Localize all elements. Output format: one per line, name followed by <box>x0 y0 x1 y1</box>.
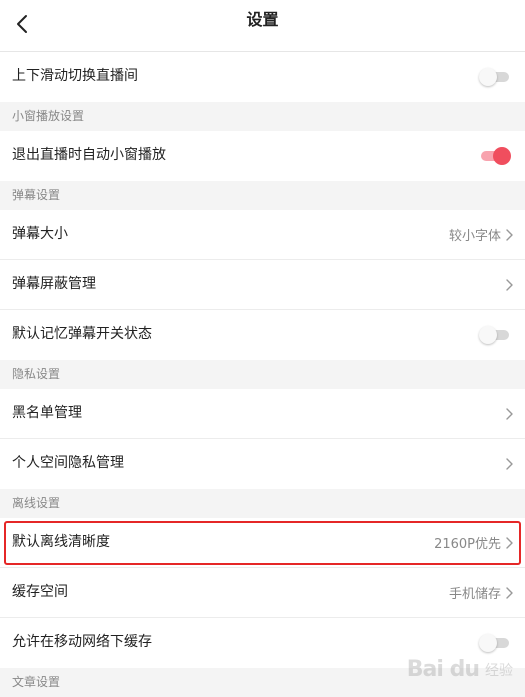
setting-control <box>479 52 513 101</box>
chevron-right-icon <box>505 586 513 599</box>
setting-control <box>479 310 513 359</box>
setting-control <box>479 618 513 667</box>
header: 设置 <box>0 0 525 52</box>
setting-value: 手机储存 <box>448 587 501 602</box>
toggle-setting-row[interactable]: 退出直播时自动小窗播放 <box>0 131 525 181</box>
setting-label: 默认离线清晰度 <box>12 534 110 550</box>
link-setting-row[interactable]: 黑名单管理 <box>0 389 525 439</box>
setting-control <box>505 260 513 309</box>
toggle-switch[interactable] <box>479 146 511 166</box>
toggle-setting-row[interactable]: 上下滑动切换直播间 <box>0 52 525 102</box>
link-setting-row[interactable]: 个人空间隐私管理 <box>0 439 525 489</box>
chevron-right-icon <box>505 407 513 420</box>
chevron-right-icon <box>505 228 513 241</box>
link-setting-row[interactable]: 弹幕大小 较小字体 <box>0 210 525 260</box>
chevron-right-icon <box>505 536 513 549</box>
toggle-switch[interactable] <box>479 67 511 87</box>
toggle-knob <box>493 146 511 165</box>
setting-label: 缓存空间 <box>12 584 68 600</box>
page-title: 设置 <box>246 10 279 29</box>
link-setting-row[interactable]: 缓存空间 手机储存 <box>0 568 525 618</box>
toggle-switch[interactable] <box>479 325 511 345</box>
section-header: 文章设置 <box>0 668 525 697</box>
link-setting-row[interactable]: 默认离线清晰度 2160P优先 <box>0 518 525 568</box>
setting-control: 2160P优先 <box>434 518 513 567</box>
toggle-setting-row[interactable]: 允许在移动网络下缓存 <box>0 618 525 668</box>
chevron-right-icon <box>505 457 513 470</box>
toggle-switch[interactable] <box>479 633 511 653</box>
setting-label: 黑名单管理 <box>12 405 82 421</box>
setting-label: 弹幕屏蔽管理 <box>12 276 96 292</box>
toggle-knob <box>479 67 497 86</box>
section-header: 隐私设置 <box>0 360 525 389</box>
setting-control <box>479 131 513 180</box>
section-header: 小窗播放设置 <box>0 102 525 131</box>
toggle-knob <box>479 633 497 652</box>
link-setting-row[interactable]: 弹幕屏蔽管理 <box>0 260 525 310</box>
setting-label: 个人空间隐私管理 <box>12 455 124 471</box>
setting-label: 上下滑动切换直播间 <box>12 68 138 84</box>
setting-label: 退出直播时自动小窗播放 <box>12 147 166 163</box>
setting-value: 2160P优先 <box>434 537 501 552</box>
toggle-setting-row[interactable]: 默认记忆弹幕开关状态 <box>0 310 525 360</box>
setting-control <box>505 389 513 438</box>
setting-label: 弹幕大小 <box>12 226 68 242</box>
setting-control: 较小字体 <box>449 210 513 259</box>
setting-control <box>505 439 513 488</box>
section-header: 离线设置 <box>0 489 525 518</box>
section-header: 弹幕设置 <box>0 181 525 210</box>
setting-label: 允许在移动网络下缓存 <box>12 634 152 650</box>
setting-control: 手机储存 <box>449 568 513 617</box>
setting-value: 较小字体 <box>448 229 501 244</box>
setting-label: 默认记忆弹幕开关状态 <box>12 326 152 342</box>
chevron-right-icon <box>505 278 513 291</box>
toggle-knob <box>479 325 497 344</box>
settings-list: 上下滑动切换直播间 小窗播放设置 退出直播时自动小窗播放 弹幕设置 弹幕大小 较小字体 弹幕… <box>0 52 525 697</box>
